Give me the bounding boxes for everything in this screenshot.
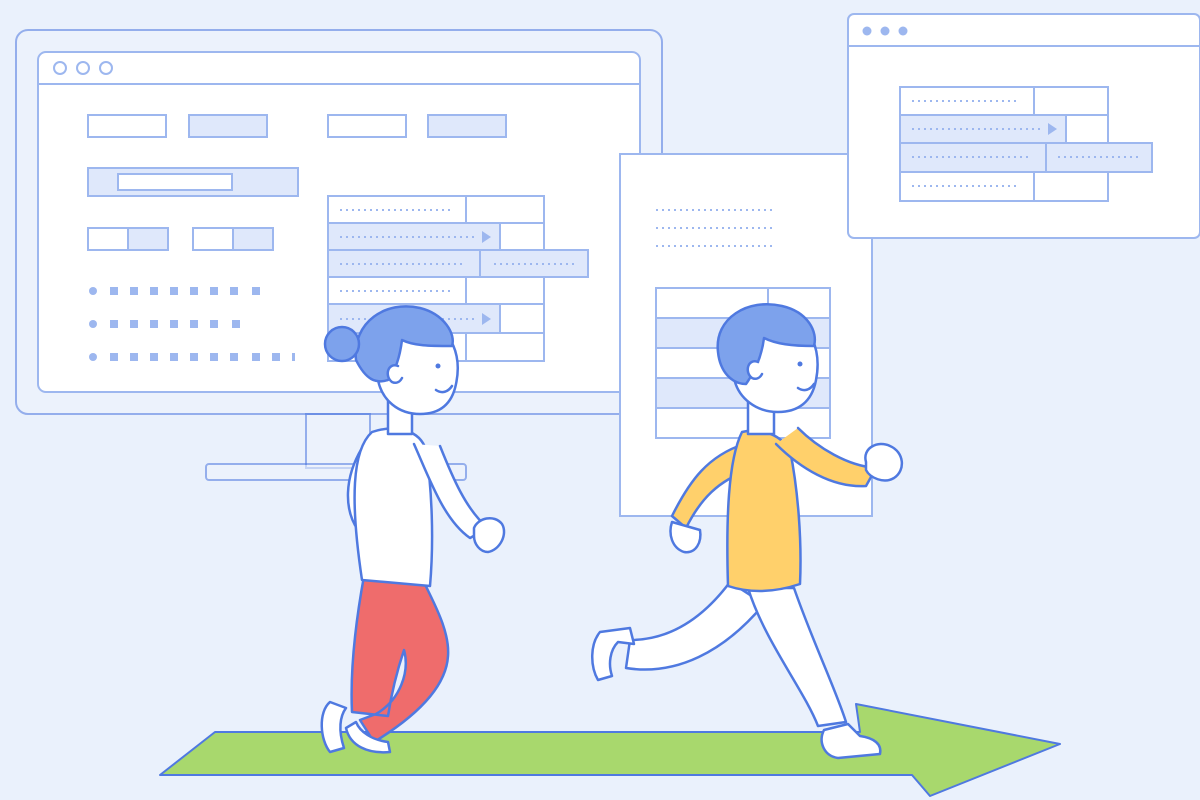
browser-window	[847, 13, 1200, 239]
illustration-svg	[15, 13, 1200, 797]
desktop-monitor	[15, 29, 663, 481]
illustration-stage	[0, 0, 1200, 800]
window-dot-icon	[862, 26, 872, 36]
window-dot-icon	[880, 26, 890, 36]
window-dot-icon	[898, 26, 908, 36]
green-arrow	[159, 703, 1061, 797]
